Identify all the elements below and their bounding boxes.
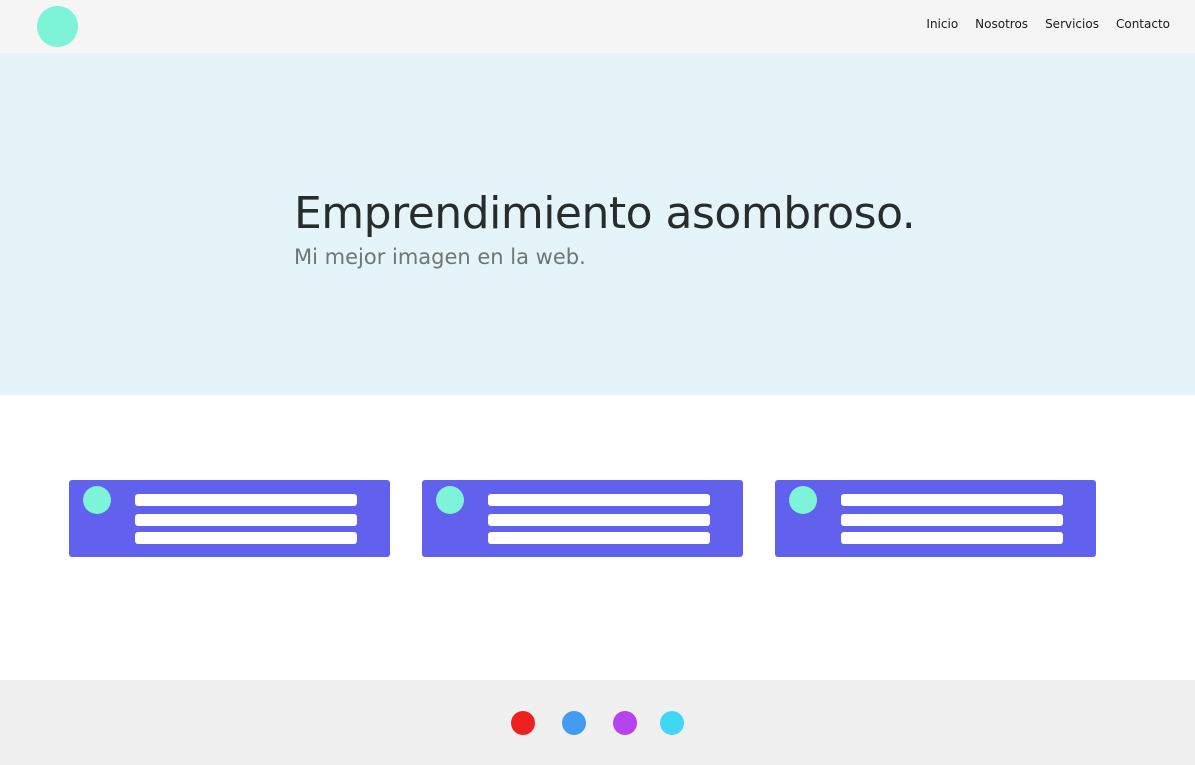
card-placeholder-line	[488, 494, 710, 506]
logo-circle[interactable]	[37, 6, 78, 47]
card-circle-icon	[83, 486, 111, 514]
card-placeholder-line	[488, 514, 710, 526]
social-purple-circle-icon[interactable]	[613, 711, 637, 735]
nav-link-nosotros[interactable]: Nosotros	[975, 17, 1028, 31]
card-placeholder-line	[841, 514, 1063, 526]
hero-subtitle: Mi mejor imagen en la web.	[294, 245, 586, 269]
feature-card[interactable]	[69, 480, 390, 557]
card-placeholder-line	[135, 514, 357, 526]
social-blue-circle-icon[interactable]	[562, 711, 586, 735]
feature-card[interactable]	[775, 480, 1096, 557]
feature-card[interactable]	[422, 480, 743, 557]
social-cyan-circle-icon[interactable]	[660, 711, 684, 735]
nav-link-inicio[interactable]: Inicio	[926, 17, 958, 31]
navbar: Inicio Nosotros Servicios Contacto	[0, 0, 1195, 53]
card-placeholder-line	[841, 532, 1063, 544]
nav-menu: Inicio Nosotros Servicios Contacto	[926, 17, 1170, 31]
card-placeholder-line	[488, 532, 710, 544]
nav-link-servicios[interactable]: Servicios	[1045, 17, 1099, 31]
card-placeholder-line	[841, 494, 1063, 506]
card-placeholder-line	[135, 532, 357, 544]
card-placeholder-line	[135, 494, 357, 506]
hero-title: Emprendimiento asombroso.	[294, 188, 916, 239]
footer	[0, 680, 1195, 765]
card-circle-icon	[436, 486, 464, 514]
nav-link-contacto[interactable]: Contacto	[1116, 17, 1170, 31]
social-red-circle-icon[interactable]	[511, 711, 535, 735]
card-circle-icon	[789, 486, 817, 514]
